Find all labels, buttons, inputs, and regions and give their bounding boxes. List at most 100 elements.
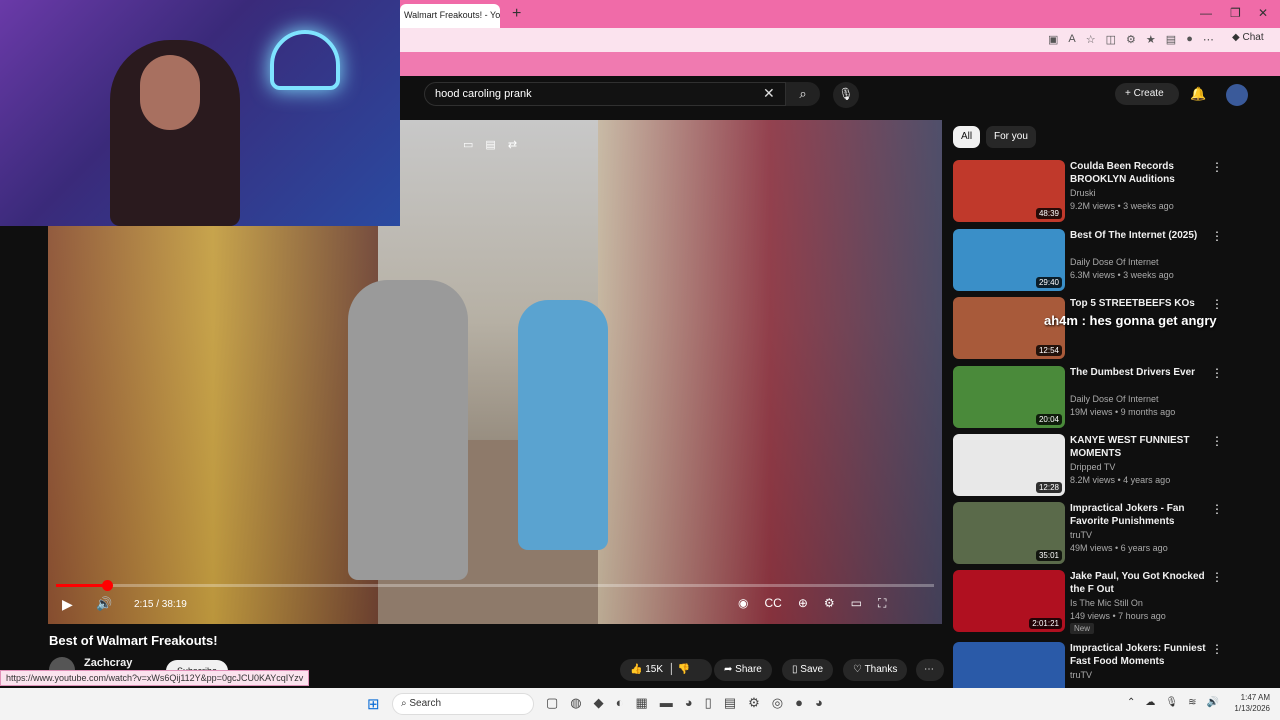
video-thumbnail[interactable]: 29:40 <box>953 229 1065 291</box>
chevron-up-icon[interactable]: ⌃ <box>1127 697 1135 708</box>
taskbar-search[interactable]: ⌕ Search <box>392 693 534 715</box>
recommended-channel[interactable]: Daily Dose Of Internet <box>1070 394 1159 404</box>
recommended-title[interactable]: KANYE WEST FUNNIEST MOMENTS <box>1070 434 1210 460</box>
recommended-title[interactable]: Coulda Been Records BROOKLYN Auditions h… <box>1070 160 1210 186</box>
recommended-video[interactable]: 35:01 Impractical Jokers - Fan Favorite P… <box>953 502 1273 564</box>
more-vertical-icon[interactable]: ⋮ <box>1211 502 1223 516</box>
voice-search-button[interactable]: 🎙 <box>833 82 859 108</box>
recommended-title[interactable]: Jake Paul, You Got Knocked the F Out <box>1070 570 1210 596</box>
discord-icon[interactable]: ◕ <box>685 695 693 711</box>
channel-name[interactable]: Zachcray <box>84 657 132 669</box>
video-thumbnail[interactable]: 2:01:21 <box>953 570 1065 632</box>
recommended-video[interactable]: 2:01:21 Jake Paul, You Got Knocked the F … <box>953 570 1273 634</box>
zoom-icon[interactable]: ⊕ <box>798 596 808 611</box>
fullscreen-icon[interactable]: ⛶ <box>878 596 886 611</box>
share-button[interactable]: ➦ Share <box>714 659 772 681</box>
recommended-title[interactable]: The Dumbest Drivers Ever <box>1070 366 1210 379</box>
minimize-icon[interactable]: — <box>1200 6 1212 20</box>
more-menu-icon[interactable]: ⋯ <box>1203 33 1214 46</box>
close-window-icon[interactable]: ✕ <box>1258 6 1268 20</box>
profile-icon[interactable]: ● <box>1186 33 1193 46</box>
store-icon[interactable]: ▦ <box>636 695 648 711</box>
autoplay-toggle-icon[interactable]: ◉ <box>738 596 748 611</box>
thanks-button[interactable]: ♡ Thanks <box>843 659 908 681</box>
favorites-icon[interactable]: ★ <box>1146 33 1156 46</box>
settings-gear-icon[interactable]: ⚙ <box>748 695 760 711</box>
volume-icon[interactable]: 🔊 <box>1206 697 1218 708</box>
app-icon[interactable]: ◐ <box>616 695 624 711</box>
recommended-channel[interactable]: Is The Mic Still On <box>1070 598 1143 608</box>
more-actions-button[interactable]: ⋯ <box>916 659 944 681</box>
search-button[interactable]: ⌕ <box>786 82 820 106</box>
chip-for-you[interactable]: For you <box>986 126 1036 148</box>
recommended-video[interactable]: 12:28 KANYE WEST FUNNIEST MOMENTS Dripped … <box>953 434 1273 496</box>
settings-gear-icon[interactable]: ⚙ <box>824 596 835 611</box>
create-button[interactable]: + Create <box>1115 83 1179 105</box>
recommended-video[interactable]: 48:39 Coulda Been Records BROOKLYN Auditi… <box>953 160 1273 222</box>
video-progress-bar[interactable] <box>56 584 934 587</box>
save-button[interactable]: ▯ Save <box>782 659 834 681</box>
more-vertical-icon[interactable]: ⋮ <box>1211 642 1223 656</box>
read-aloud-icon[interactable]: A <box>1068 33 1075 46</box>
extensions-icon[interactable]: ⚙ <box>1126 33 1136 46</box>
recommended-title[interactable]: Impractical Jokers: Funniest Fast Food M… <box>1070 642 1210 668</box>
more-vertical-icon[interactable]: ⋮ <box>1211 297 1223 311</box>
new-tab-button[interactable]: + <box>512 5 521 23</box>
theater-mode-icon[interactable]: ▭ <box>851 596 862 611</box>
video-thumbnail[interactable]: 20:04 <box>953 366 1065 428</box>
cloud-icon[interactable]: ☁ <box>1145 697 1155 708</box>
recommended-title[interactable]: Best Of The Internet (2025) <box>1070 229 1210 242</box>
maximize-icon[interactable]: ❐ <box>1230 6 1241 20</box>
app-icon[interactable]: ◎ <box>772 695 783 711</box>
video-thumbnail[interactable]: 12:54 <box>953 297 1065 359</box>
recommended-title[interactable]: Top 5 STREETBEEFS KOs <box>1070 297 1210 310</box>
app-icon[interactable]: ▤ <box>724 695 736 711</box>
video-thumbnail[interactable]: 35:01 <box>953 502 1065 564</box>
split-screen-icon[interactable]: ◫ <box>1106 33 1116 46</box>
recommended-channel[interactable]: truTV <box>1070 670 1092 680</box>
like-count[interactable]: 15K <box>645 664 663 675</box>
notes-icon[interactable]: ▤ <box>485 138 495 151</box>
task-view-icon[interactable]: ▢ <box>546 695 558 711</box>
user-avatar[interactable] <box>1226 84 1248 106</box>
windows-start-icon[interactable]: ⊞ <box>367 695 380 713</box>
captions-icon[interactable]: CC <box>764 596 781 611</box>
recommended-channel[interactable]: Druski <box>1070 188 1096 198</box>
app-icon[interactable]: ◕ <box>815 695 823 711</box>
more-vertical-icon[interactable]: ⋮ <box>1211 229 1223 243</box>
mic-icon[interactable]: 🎙 <box>1165 697 1178 708</box>
more-vertical-icon[interactable]: ⋮ <box>1211 160 1223 174</box>
more-vertical-icon[interactable]: ⋮ <box>1211 366 1223 380</box>
recommended-channel[interactable]: Daily Dose Of Internet <box>1070 257 1159 267</box>
play-button[interactable]: ▶ <box>62 596 73 613</box>
collections-icon[interactable]: ▤ <box>1166 33 1176 46</box>
edge-icon[interactable]: ◍ <box>570 695 581 711</box>
search-input[interactable]: hood caroling prank <box>424 82 786 106</box>
recommended-video[interactable]: 29:40 Best Of The Internet (2025) Daily Do… <box>953 229 1273 291</box>
notifications-bell-icon[interactable]: 🔔 <box>1190 86 1206 102</box>
copilot-chat-button[interactable]: ◆ Chat <box>1232 32 1264 43</box>
taskbar-clock[interactable]: 1:47 AM 1/13/2026 <box>1226 692 1270 714</box>
recommended-title[interactable]: Impractical Jokers - Fan Favorite Punish… <box>1070 502 1210 528</box>
browser-tab[interactable]: Walmart Freakouts! - YouTube <box>400 4 500 28</box>
like-icon[interactable]: 👍 <box>630 664 642 675</box>
screenshot-icon[interactable]: ▭ <box>463 138 473 151</box>
recommended-video[interactable]: 12:54 Top 5 STREETBEEFS KOs ⋮ <box>953 297 1273 359</box>
video-thumbnail[interactable]: 48:39 <box>953 160 1065 222</box>
translate-icon[interactable]: ⇄ <box>508 138 517 151</box>
recommended-channel[interactable]: Dripped TV <box>1070 462 1115 472</box>
wifi-icon[interactable]: ≋ <box>1188 697 1196 708</box>
document-icon[interactable]: ▯ <box>705 695 712 711</box>
more-vertical-icon[interactable]: ⋮ <box>1211 434 1223 448</box>
folder-icon[interactable]: ▬ <box>660 695 673 711</box>
recommended-video[interactable]: 20:04 The Dumbest Drivers Ever Daily Dose … <box>953 366 1273 428</box>
app-available-icon[interactable]: ▣ <box>1048 33 1058 46</box>
dislike-icon[interactable]: 👎 <box>678 664 690 675</box>
favorite-star-icon[interactable]: ☆ <box>1086 33 1096 46</box>
recommended-channel[interactable]: truTV <box>1070 530 1092 540</box>
more-vertical-icon[interactable]: ⋮ <box>1211 570 1223 584</box>
chip-all[interactable]: All <box>953 126 981 148</box>
volume-icon[interactable]: 🔊 <box>96 596 112 612</box>
spotify-icon[interactable]: ● <box>795 695 803 711</box>
video-thumbnail[interactable]: 12:28 <box>953 434 1065 496</box>
